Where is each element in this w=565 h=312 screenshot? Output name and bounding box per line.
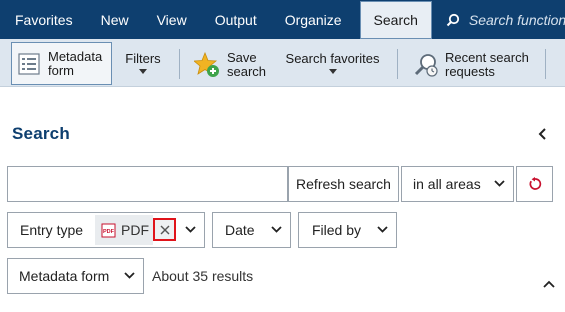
save-search-button[interactable]: Save search xyxy=(194,50,274,80)
date-filter-label: Date xyxy=(225,222,255,238)
reset-search-button[interactable] xyxy=(516,166,553,202)
panel-title: Search xyxy=(12,124,70,143)
area-select-value: in all areas xyxy=(413,176,481,192)
tab-favorites[interactable]: Favorites xyxy=(0,0,87,39)
metadata-form-label-line2: form xyxy=(48,62,74,78)
form-icon xyxy=(18,52,40,75)
results-count: About 35 results xyxy=(152,268,254,284)
tab-organize[interactable]: Organize xyxy=(271,0,356,39)
entry-type-chip: PDF PDF xyxy=(95,215,153,245)
recent-requests-label-line1: Recent search xyxy=(445,50,529,65)
close-icon xyxy=(160,225,169,234)
metadata-form-select[interactable]: Metadata form xyxy=(7,258,144,294)
chevron-down-icon xyxy=(124,272,135,279)
filters-dropdown[interactable]: Filters xyxy=(123,52,163,80)
entry-type-chip-label: PDF xyxy=(121,222,149,238)
reset-icon xyxy=(529,177,541,190)
chevron-up-icon[interactable] xyxy=(543,280,555,288)
date-filter[interactable]: Date xyxy=(212,212,291,248)
tab-new[interactable]: New xyxy=(87,0,143,39)
top-navigation-bar: Favorites New View Output Organize Searc… xyxy=(0,0,565,39)
filed-by-filter[interactable]: Filed by xyxy=(298,212,397,248)
caret-down-icon xyxy=(139,69,147,74)
tab-view-label: View xyxy=(156,11,187,28)
recent-search-requests-button[interactable]: Recent search requests xyxy=(414,50,534,80)
area-select[interactable]: in all areas xyxy=(401,166,514,202)
entry-type-label: Entry type xyxy=(20,222,84,238)
recent-search-icon xyxy=(414,54,438,77)
ribbon-divider xyxy=(545,49,546,79)
recent-requests-label-line2: requests xyxy=(445,64,495,79)
search-favorites-label: Search favorites xyxy=(285,51,380,66)
tab-view[interactable]: View xyxy=(143,0,201,39)
ribbon-divider xyxy=(397,49,398,79)
metadata-form-button[interactable]: Metadata form xyxy=(11,42,112,85)
refresh-search-button[interactable]: Refresh search xyxy=(288,166,399,202)
search-function-field[interactable]: Search function xyxy=(446,0,565,39)
pdf-file-icon: PDF xyxy=(101,223,116,237)
pdf-icon-text: PDF xyxy=(103,229,115,235)
chevron-down-icon xyxy=(494,180,505,187)
save-search-label-line2: search xyxy=(227,64,267,79)
chevron-down-icon xyxy=(377,226,388,233)
tab-output[interactable]: Output xyxy=(201,0,271,39)
tab-output-label: Output xyxy=(214,11,257,28)
tab-search[interactable]: Search xyxy=(359,1,432,39)
tab-new-label: New xyxy=(100,11,129,28)
ribbon-divider xyxy=(179,49,180,79)
tab-search-label: Search xyxy=(373,12,418,28)
filed-by-filter-label: Filed by xyxy=(312,222,362,238)
tab-favorites-label: Favorites xyxy=(15,11,73,28)
chevron-down-icon xyxy=(271,226,282,233)
save-search-label-line1: Save xyxy=(227,50,257,65)
remove-entry-type-button[interactable] xyxy=(153,218,176,241)
search-favorites-dropdown[interactable]: Search favorites xyxy=(285,52,380,80)
collapse-panel-icon[interactable] xyxy=(536,127,550,141)
search-input[interactable] xyxy=(7,166,288,202)
chevron-down-icon[interactable] xyxy=(185,226,196,233)
caret-down-icon xyxy=(328,69,337,74)
search-function-placeholder: Search function xyxy=(468,11,565,28)
ribbon-toolbar: Metadata form Filters Save search Search… xyxy=(0,39,565,87)
star-add-icon xyxy=(194,52,219,77)
tab-organize-label: Organize xyxy=(284,11,342,28)
filters-label: Filters xyxy=(125,51,161,66)
magnifier-icon xyxy=(446,13,459,26)
refresh-search-label: Refresh search xyxy=(296,176,391,192)
metadata-form-label-line1: Metadata xyxy=(48,48,103,64)
metadata-form-select-value: Metadata form xyxy=(19,268,110,284)
